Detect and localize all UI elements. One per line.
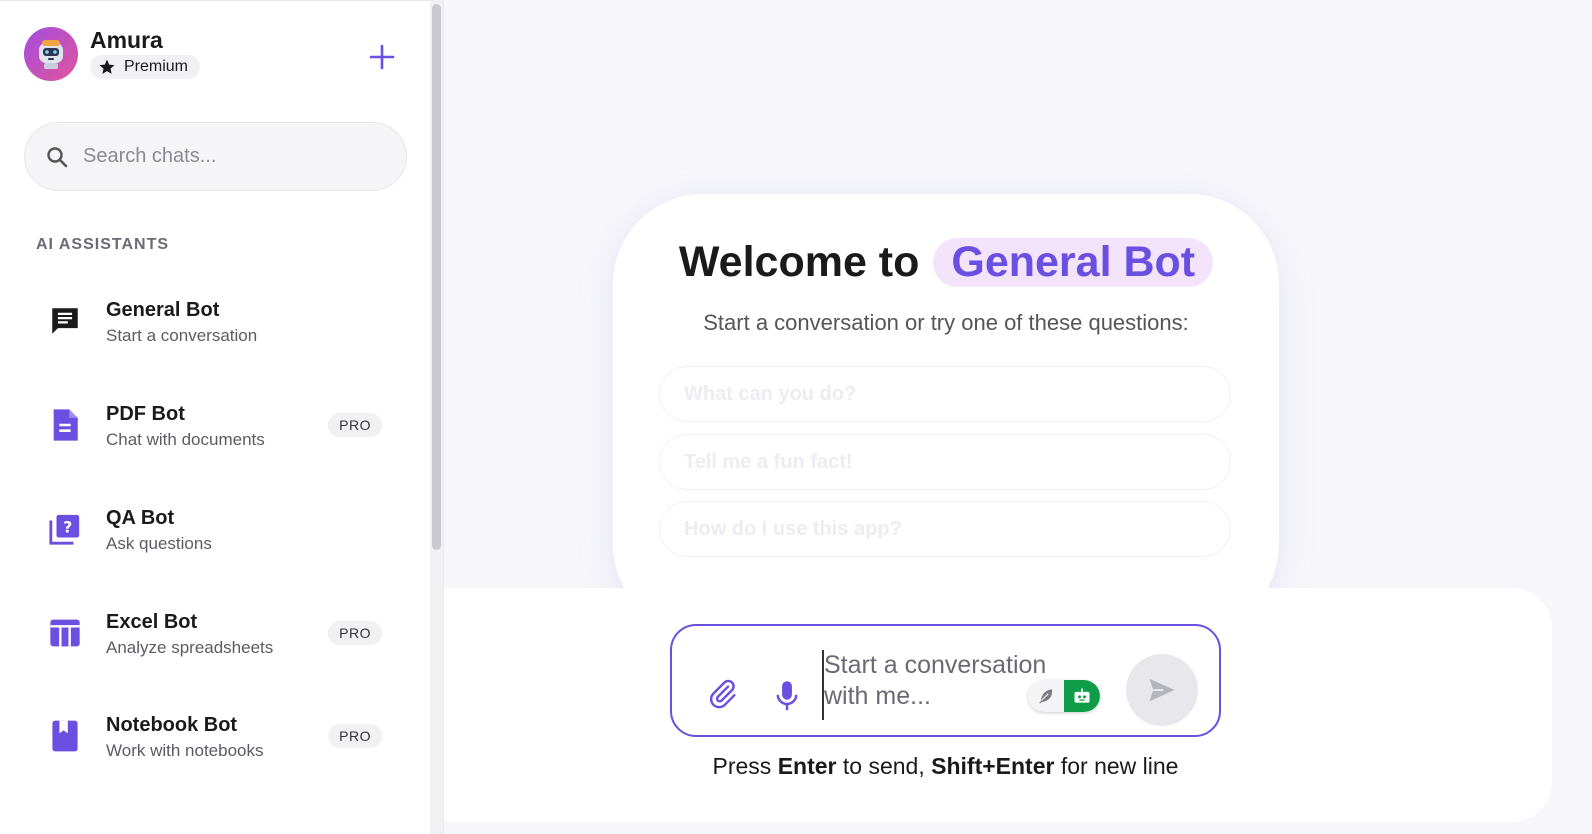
robot-mode-icon[interactable] (1064, 680, 1100, 712)
plan-label: Premium (124, 58, 189, 75)
pro-badge: PRO (328, 621, 382, 645)
paperclip-icon (709, 679, 736, 709)
welcome-card: Welcome to General Bot Start a conversati… (613, 194, 1279, 634)
star-icon (98, 58, 116, 76)
assistant-description: Start a conversation (106, 325, 258, 345)
assistant-item-notebook-bot[interactable]: Notebook Bot Work with notebooks PRO (30, 697, 400, 775)
chat-icon (52, 308, 78, 334)
svg-text:?: ? (63, 519, 72, 537)
welcome-bot-name: General Bot (933, 238, 1214, 287)
mode-toggle[interactable] (1028, 680, 1100, 712)
search-icon (47, 146, 68, 167)
assistant-item-general-bot[interactable]: General Bot Start a conversation (30, 282, 400, 360)
assistant-name: QA Bot (106, 506, 175, 529)
send-icon (1149, 678, 1175, 702)
assistant-description: Chat with documents (106, 429, 265, 449)
new-chat-button[interactable] (366, 41, 398, 73)
scrollbar-thumb[interactable] (432, 4, 441, 550)
hint-text: Press (712, 753, 772, 779)
search-box[interactable] (24, 122, 407, 191)
suggestion-button[interactable]: Tell me a fun fact! (659, 434, 1231, 490)
assistant-description: Analyze spreadsheets (106, 637, 274, 657)
send-button[interactable] (1126, 654, 1198, 726)
assistant-item-pdf-bot[interactable]: PDF Bot Chat with documents PRO (30, 386, 400, 464)
assistant-name: Notebook Bot (106, 713, 238, 736)
sidebar: Amura Premium AI ASSISTANTS (0, 0, 430, 834)
hint-key-shift-enter: Shift+Enter (931, 753, 1055, 779)
question-icon: ? (49, 514, 80, 545)
hint-key-enter: Enter (777, 753, 837, 779)
welcome-heading: Welcome to General Bot (613, 238, 1279, 287)
section-title-ai-assistants: AI ASSISTANTS (36, 236, 170, 253)
user-name: Amura (90, 27, 163, 53)
sidebar-scrollbar[interactable] (430, 0, 444, 834)
robot-avatar-icon (39, 40, 63, 69)
pro-badge: PRO (328, 413, 382, 437)
plus-icon (369, 44, 395, 70)
assistant-name: Excel Bot (106, 610, 198, 633)
assistant-name: PDF Bot (106, 402, 185, 425)
pro-badge: PRO (328, 724, 382, 748)
table-icon (50, 619, 80, 647)
assistant-item-excel-bot[interactable]: Excel Bot Analyze spreadsheets PRO (30, 594, 400, 672)
attach-button[interactable] (706, 678, 738, 715)
document-icon (53, 409, 78, 441)
assistant-description: Work with notebooks (106, 740, 264, 760)
suggestion-button[interactable]: How do I use this app? (659, 501, 1231, 557)
avatar[interactable] (24, 27, 78, 81)
welcome-prefix: Welcome to (678, 238, 920, 286)
welcome-subtitle: Start a conversation or try one of these… (703, 310, 1189, 335)
main-area: Welcome to General Bot Start a conversati… (444, 0, 1592, 834)
hint-text: to send, (842, 753, 925, 779)
search-input[interactable] (83, 145, 383, 168)
message-composer[interactable] (670, 624, 1221, 737)
microphone-icon (776, 681, 798, 711)
composer-area: Press Enter to send, Shift+Enter for new… (444, 588, 1552, 822)
assistant-item-qa-bot[interactable]: ? QA Bot Ask questions (30, 490, 400, 568)
keyboard-hint: Press Enter to send, Shift+Enter for new… (670, 753, 1221, 780)
user-profile[interactable]: Amura Premium (24, 27, 201, 81)
assistant-description: Ask questions (106, 533, 212, 553)
assistant-name: General Bot (106, 298, 220, 321)
plan-badge: Premium (90, 55, 201, 79)
suggestion-button[interactable]: What can you do? (659, 366, 1231, 422)
feather-icon[interactable] (1028, 680, 1064, 712)
book-icon (52, 720, 78, 752)
hint-text: for new line (1060, 753, 1179, 779)
microphone-button[interactable] (774, 680, 800, 717)
